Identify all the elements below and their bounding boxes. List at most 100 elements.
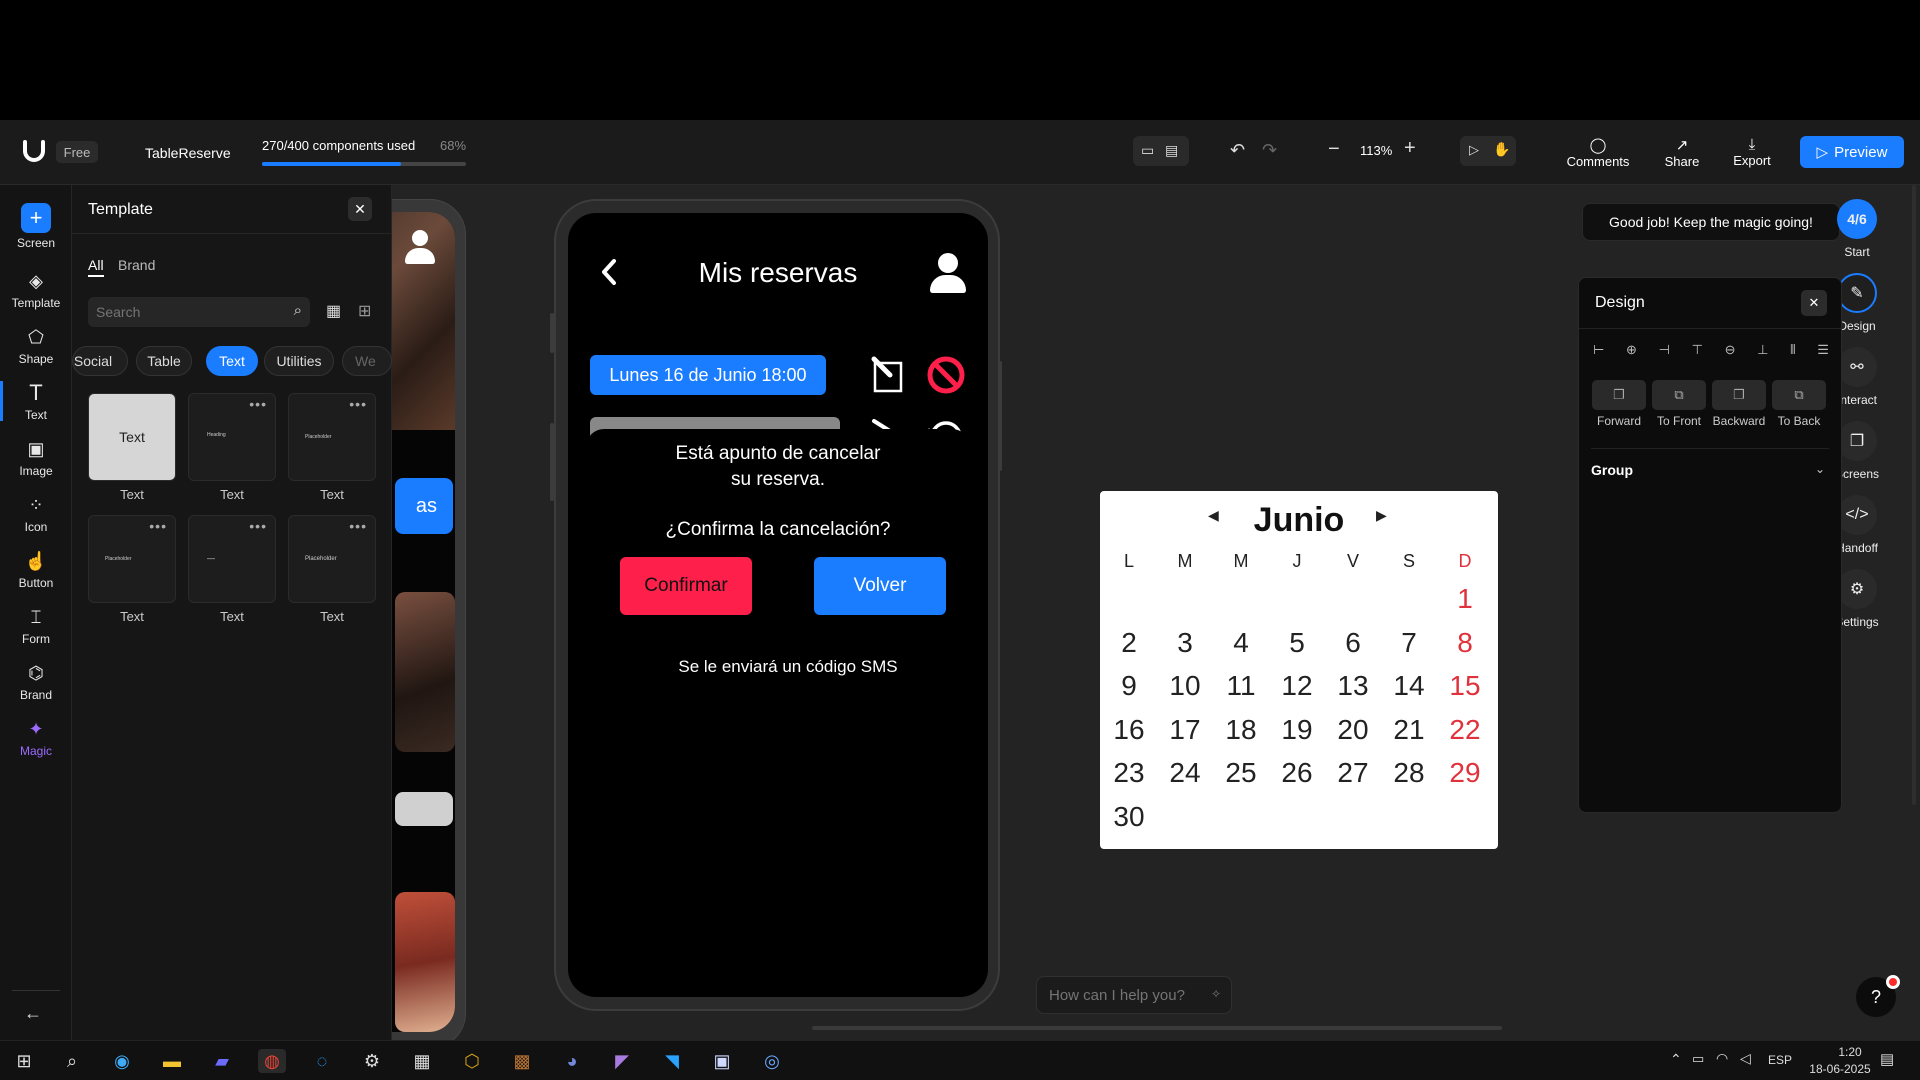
clock-date[interactable]: 18-06-2025 xyxy=(1800,1062,1880,1076)
calendar-day[interactable]: 2 xyxy=(1104,627,1154,659)
calendar-day[interactable]: 14 xyxy=(1384,670,1434,702)
redo-icon[interactable]: ↷ xyxy=(1262,140,1277,161)
rail-item-screen[interactable]: + Screen xyxy=(0,203,72,250)
calendar-day[interactable]: 15 xyxy=(1440,670,1490,702)
calendar-day[interactable]: 21 xyxy=(1384,714,1434,746)
input-language[interactable]: ESP xyxy=(1768,1053,1792,1067)
align-bottom-icon[interactable]: ⊥ xyxy=(1757,342,1768,362)
calendar-day[interactable]: 28 xyxy=(1384,757,1434,789)
close-panel-button[interactable]: ✕ xyxy=(348,197,372,221)
align-left-icon[interactable]: ⊢ xyxy=(1593,342,1604,362)
file-explorer-icon[interactable]: ▬ xyxy=(158,1049,186,1073)
calendar-widget[interactable]: ◀ Junio ▶ L M M J V S D 1 2 3 4 5 6 7 8 9 10 11 12 13 14 15 16… xyxy=(1100,491,1498,849)
template-card[interactable]: ••• Placeholder xyxy=(288,393,376,481)
calendar-day[interactable]: 18 xyxy=(1216,714,1266,746)
project-name[interactable]: TableReserve xyxy=(145,145,231,161)
hand-tool-icon[interactable]: ✋ xyxy=(1493,141,1510,158)
collapse-arrow-icon[interactable]: ← xyxy=(24,1003,42,1024)
calendar-day[interactable]: 22 xyxy=(1440,714,1490,746)
zoom-out-icon[interactable]: − xyxy=(1328,138,1340,161)
template-card[interactable]: ••• — xyxy=(188,515,276,603)
preview-button[interactable]: ▷ Preview xyxy=(1800,136,1904,168)
template-card[interactable]: ••• Placeholder xyxy=(88,515,176,603)
align-center-h-icon[interactable]: ⊕ xyxy=(1626,342,1637,362)
tray-chevron-icon[interactable]: ⌃ xyxy=(1670,1051,1682,1068)
app-logo-icon[interactable] xyxy=(22,140,46,162)
rail-item-icon[interactable]: ⁘ Icon xyxy=(0,493,72,535)
windows-start-icon[interactable]: ⊞ xyxy=(10,1049,38,1073)
start-progress-button[interactable]: 4/6 Start xyxy=(1822,199,1892,259)
distribute-v-icon[interactable]: ☰ xyxy=(1817,342,1829,362)
calendar-day[interactable]: 6 xyxy=(1328,627,1378,659)
chip-utilities[interactable]: Utilities xyxy=(264,346,334,376)
zoom-in-icon[interactable]: + xyxy=(1404,137,1416,160)
settings-icon[interactable]: ⚙ xyxy=(358,1049,386,1073)
play-pointer-icon[interactable]: ▷ xyxy=(1469,142,1479,158)
phone-frame-left[interactable]: as xyxy=(392,199,466,1040)
undo-icon[interactable]: ↶ xyxy=(1230,140,1245,161)
globe-icon[interactable]: ◎ xyxy=(758,1049,786,1073)
edit-icon[interactable] xyxy=(870,355,906,393)
app-icon[interactable]: ◌ xyxy=(308,1049,336,1073)
calendar-day[interactable]: 23 xyxy=(1104,757,1154,789)
close-design-panel-button[interactable]: ✕ xyxy=(1801,290,1827,316)
calendar-day[interactable]: 7 xyxy=(1384,627,1434,659)
forward-button[interactable]: ❐ Forward xyxy=(1591,380,1647,428)
horizontal-scrollbar[interactable] xyxy=(812,1026,1502,1030)
calendar-day[interactable]: 27 xyxy=(1328,757,1378,789)
align-right-icon[interactable]: ⊣ xyxy=(1659,342,1670,362)
clock-time[interactable]: 1:20 xyxy=(1820,1045,1880,1059)
game-icon[interactable]: ▩ xyxy=(508,1049,536,1073)
back-button[interactable]: Volver xyxy=(814,557,946,615)
share-button[interactable]: ↗ Share xyxy=(1650,130,1714,174)
group-section-header[interactable]: Group ⌄ xyxy=(1591,462,1829,482)
grid-large-icon[interactable]: ⊞ xyxy=(358,301,371,321)
notification-center-icon[interactable]: ▤ xyxy=(1880,1050,1894,1068)
cancel-icon[interactable] xyxy=(926,355,966,395)
comments-button[interactable]: ◯ Comments xyxy=(1560,130,1636,174)
to-front-button[interactable]: ⧉ To Front xyxy=(1651,380,1707,428)
phone-frame[interactable]: Mis reservas Lunes 16 de Junio 18:00 Est… xyxy=(550,199,1002,1011)
calendar-day[interactable]: 29 xyxy=(1440,757,1490,789)
rail-item-shape[interactable]: ⬠ Shape xyxy=(0,325,72,367)
calendar-day[interactable]: 13 xyxy=(1328,670,1378,702)
chip-web[interactable]: We xyxy=(342,346,392,376)
calendar-day[interactable]: 5 xyxy=(1272,627,1322,659)
tab-all[interactable]: All xyxy=(88,257,104,277)
mobile-view-icon[interactable]: ▤ xyxy=(1165,142,1178,159)
search-input[interactable] xyxy=(88,297,278,327)
calendar-day[interactable]: 25 xyxy=(1216,757,1266,789)
backward-button[interactable]: ❐ Backward xyxy=(1711,380,1767,428)
rail-item-text[interactable]: T Text xyxy=(0,380,72,422)
next-month-icon[interactable]: ▶ xyxy=(1376,507,1387,524)
app-icon[interactable]: ▰ xyxy=(208,1049,236,1073)
calendar-day[interactable]: 16 xyxy=(1104,714,1154,746)
to-back-button[interactable]: ⧉ To Back xyxy=(1771,380,1827,428)
calendar-day[interactable]: 17 xyxy=(1160,714,1210,746)
calendar-day[interactable]: 9 xyxy=(1104,670,1154,702)
tab-brand[interactable]: Brand xyxy=(118,257,155,273)
calendar-day[interactable]: 10 xyxy=(1160,670,1210,702)
template-card[interactable]: ••• Heading xyxy=(188,393,276,481)
calendar-day[interactable]: 1 xyxy=(1440,583,1490,615)
tray-device-icon[interactable]: ▭ xyxy=(1692,1051,1704,1067)
user-icon[interactable] xyxy=(405,230,435,266)
design-canvas[interactable]: as Mis reservas Lunes 16 de Junio 18:00 xyxy=(392,185,1920,1040)
app-icon[interactable]: ▣ xyxy=(708,1049,736,1073)
zoom-level[interactable]: 113% xyxy=(1360,143,1392,158)
rail-item-magic[interactable]: ✦ Magic xyxy=(0,717,72,759)
more-icon[interactable]: ••• xyxy=(349,396,367,412)
search-icon[interactable]: ⌕ xyxy=(58,1049,86,1073)
calendar-day[interactable]: 4 xyxy=(1216,627,1266,659)
distribute-h-icon[interactable]: ⫴ xyxy=(1790,342,1795,362)
ai-chat-box[interactable]: ✧ xyxy=(1036,976,1232,1014)
chip-social[interactable]: Social xyxy=(72,346,128,376)
rail-item-button[interactable]: ☝ Button xyxy=(0,549,72,591)
rail-item-image[interactable]: ▣ Image xyxy=(0,437,72,479)
align-top-icon[interactable]: ⊤ xyxy=(1692,342,1703,362)
more-icon[interactable]: ••• xyxy=(249,518,267,534)
confirm-button[interactable]: Confirmar xyxy=(620,557,752,615)
sparkle-icon[interactable]: ✧ xyxy=(1211,987,1221,1001)
more-icon[interactable]: ••• xyxy=(349,518,367,534)
rail-item-template[interactable]: ◈ Template xyxy=(0,269,72,311)
